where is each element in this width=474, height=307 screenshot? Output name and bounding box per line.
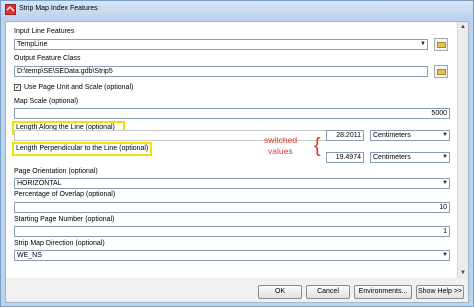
length-perp-field[interactable]: 19.4974 [326, 152, 364, 163]
start-page-value: 1 [443, 228, 447, 235]
output-browse-button[interactable] [434, 65, 448, 78]
tool-dialog: Strip Map Index Features Input Line Feat… [0, 0, 474, 307]
overlap-label: Percentage of Overlap (optional) [14, 191, 116, 198]
chevron-down-icon: ▼ [442, 180, 448, 186]
length-along-value: 28.2011 [336, 132, 361, 139]
annotation-line-1: switched [264, 135, 298, 145]
length-along-unit-select[interactable]: Centimeters ▼ [370, 130, 450, 141]
length-perp-label: Length Perpendicular to the Line (option… [16, 145, 149, 152]
dialog-body: Input Line Features TempLine ▼ Output Fe… [5, 21, 469, 303]
vertical-scrollbar[interactable]: ▲ ▼ [458, 22, 468, 278]
chevron-down-icon: ▼ [442, 154, 448, 160]
length-perp-unit: Centimeters [373, 154, 411, 161]
scroll-up-icon[interactable]: ▲ [458, 22, 468, 32]
length-perp-value: 19.4974 [335, 154, 361, 161]
title-bar[interactable]: Strip Map Index Features [1, 1, 473, 19]
length-perp-unit-select[interactable]: Centimeters ▼ [370, 152, 450, 163]
folder-icon [437, 69, 446, 75]
output-class-value: D:\temp\SE\SEData.gdb\Strip5 [17, 68, 113, 75]
overlap-value: 10 [439, 204, 447, 211]
overlap-field[interactable]: 10 [14, 202, 450, 213]
length-along-unit: Centimeters [373, 132, 411, 139]
map-scale-value: 5000 [431, 110, 447, 117]
output-class-field[interactable]: D:\temp\SE\SEData.gdb\Strip5 [14, 66, 428, 77]
annotation-line-2: values [268, 146, 293, 156]
direction-select[interactable]: WE_NS ▼ [14, 250, 450, 261]
direction-value: WE_NS [17, 252, 42, 259]
map-scale-label: Map Scale (optional) [14, 98, 79, 105]
brace-icon: { [314, 135, 321, 157]
use-page-unit-label: Use Page Unit and Scale (optional) [24, 84, 134, 91]
start-page-label: Starting Page Number (optional) [14, 216, 115, 223]
length-along-row [14, 130, 364, 141]
cancel-button[interactable]: Cancel [306, 285, 350, 299]
parameters-panel: Input Line Features TempLine ▼ Output Fe… [6, 22, 458, 278]
map-scale-field[interactable]: 5000 [14, 108, 450, 119]
show-help-button[interactable]: Show Help >> [416, 285, 464, 299]
scroll-down-icon[interactable]: ▼ [458, 268, 468, 278]
tool-icon [5, 4, 16, 15]
input-browse-button[interactable] [434, 38, 448, 51]
orientation-value: HORIZONTAL [17, 180, 62, 187]
orientation-select[interactable]: HORIZONTAL ▼ [14, 178, 450, 189]
orientation-label: Page Orientation (optional) [14, 168, 98, 175]
button-bar: OK Cancel Environments... Show Help >> [6, 281, 468, 303]
length-along-field[interactable]: 28.2011 [326, 130, 364, 141]
folder-icon [437, 42, 446, 48]
window-title: Strip Map Index Features [19, 5, 98, 12]
start-page-field[interactable]: 1 [14, 226, 450, 237]
chevron-down-icon: ▼ [420, 41, 426, 47]
use-page-unit-checkbox[interactable]: ✓ [14, 84, 21, 91]
input-line-select[interactable]: TempLine ▼ [14, 39, 428, 50]
environments-button[interactable]: Environments... [354, 285, 412, 299]
direction-label: Strip Map Direction (optional) [14, 240, 105, 247]
output-class-label: Output Feature Class [14, 55, 81, 62]
ok-button[interactable]: OK [258, 285, 302, 299]
input-line-label: Input Line Features [14, 28, 75, 35]
input-line-value: TempLine [17, 41, 48, 48]
chevron-down-icon: ▼ [442, 132, 448, 138]
chevron-down-icon: ▼ [442, 252, 448, 258]
